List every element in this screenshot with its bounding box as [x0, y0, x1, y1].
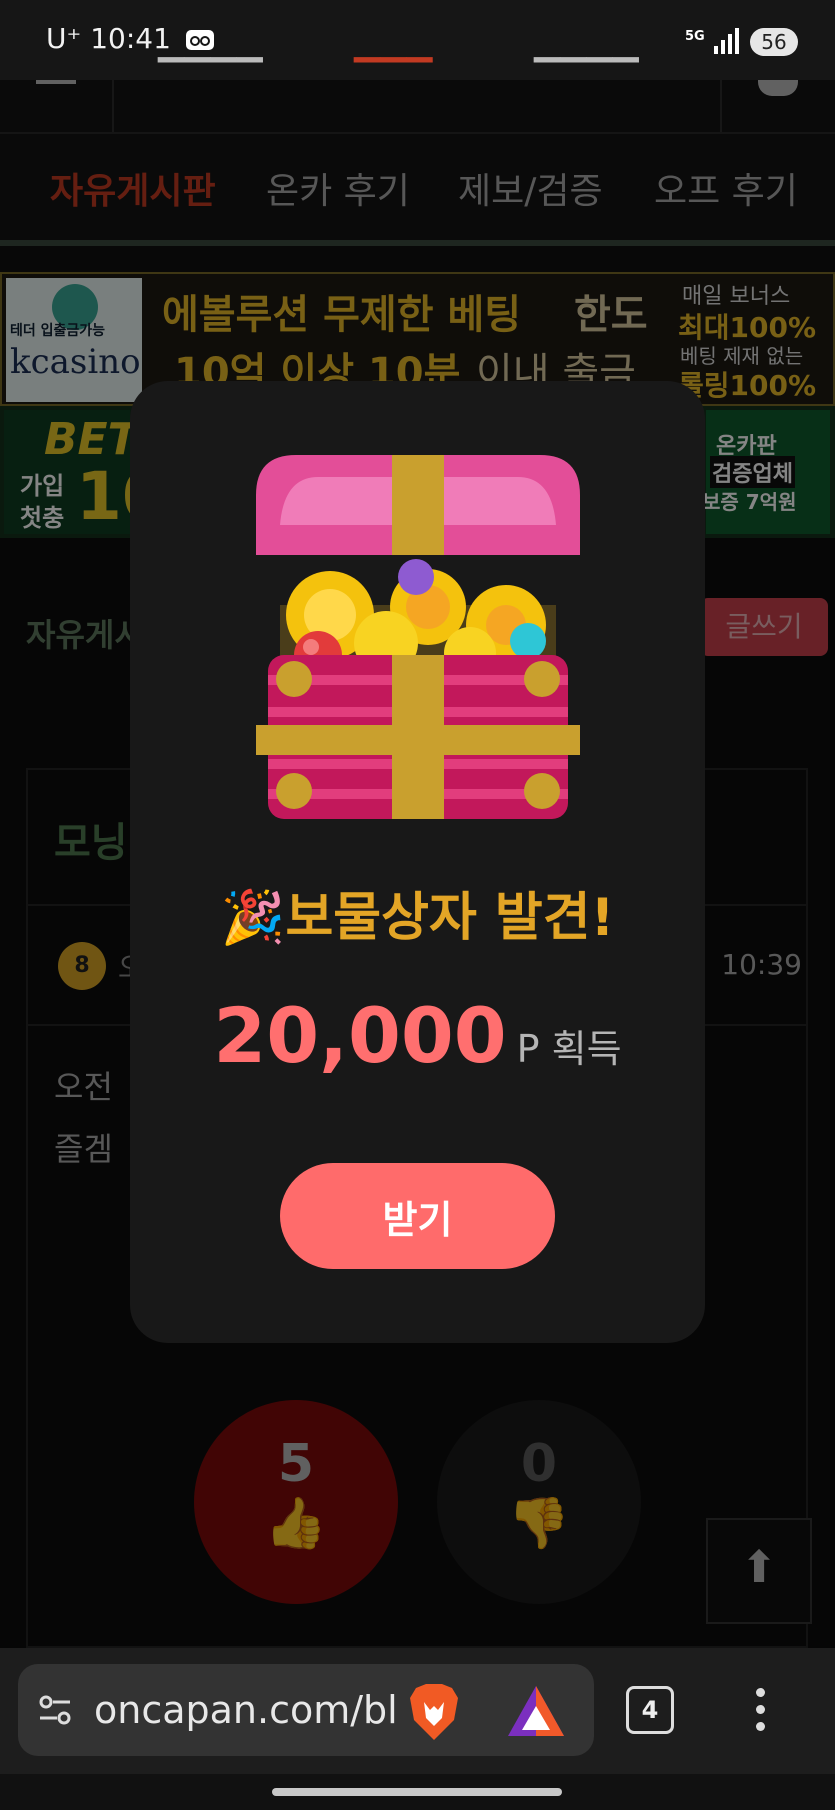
home-handle[interactable]: [272, 1788, 562, 1796]
party-popper-icon: 🎉: [220, 888, 286, 948]
url-text[interactable]: oncapan.com/bl: [94, 1688, 406, 1732]
brave-rewards-icon[interactable]: [508, 1686, 564, 1736]
signal-icon: [714, 26, 740, 54]
more-vert-icon[interactable]: [754, 1688, 766, 1732]
site-settings-icon[interactable]: [38, 1694, 72, 1726]
voicemail-icon: [186, 30, 214, 50]
battery-indicator: 56: [750, 28, 798, 56]
tab-switcher-button[interactable]: 4: [626, 1686, 674, 1734]
status-carrier-time: U⁺ 10:41: [46, 22, 171, 55]
points-award: 20,000 P 획득: [130, 991, 705, 1080]
address-bar[interactable]: oncapan.com/bl: [18, 1664, 594, 1756]
treasure-chest-icon: [256, 455, 580, 819]
points-value: 20,000: [213, 991, 507, 1080]
treasure-modal: 🎉보물상자 발견! 20,000 P 획득 받기: [130, 381, 705, 1343]
points-unit: P 획득: [516, 1027, 622, 1071]
modal-heading: 🎉보물상자 발견!: [220, 888, 615, 948]
receive-button[interactable]: 받기: [280, 1163, 555, 1269]
gesture-bar: [0, 1774, 835, 1810]
network-type: 5G: [685, 29, 705, 44]
browser-toolbar: oncapan.com/bl 4: [0, 1648, 835, 1774]
brave-lion-icon[interactable]: [408, 1684, 460, 1740]
